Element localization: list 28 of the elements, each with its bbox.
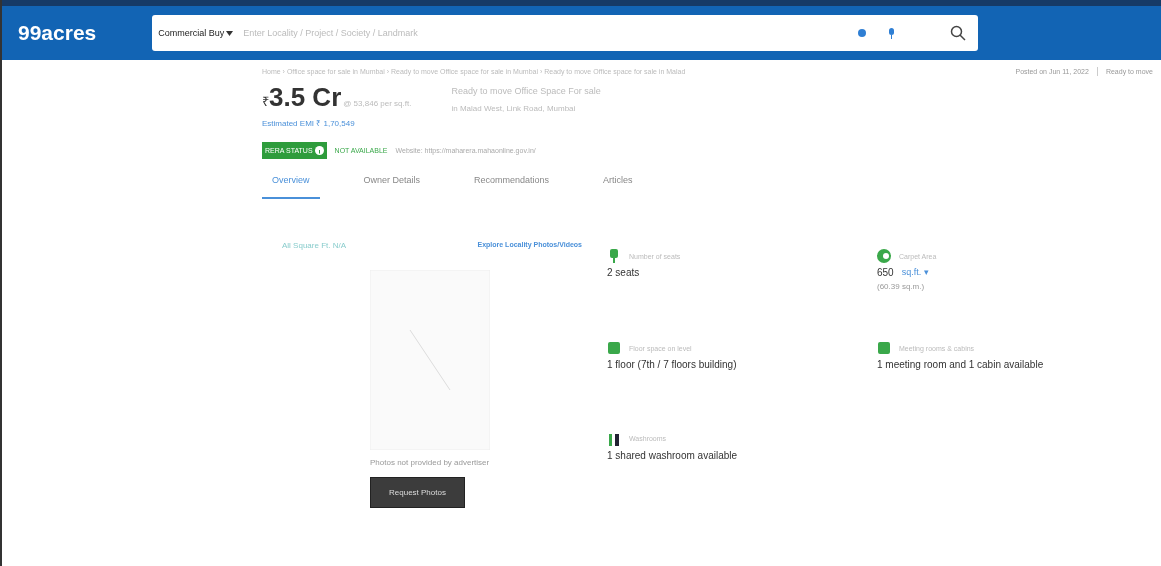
price: ₹3.5 Cr — [262, 82, 342, 113]
caret-icon — [226, 30, 234, 36]
fact-subtext: (60.39 sq.m.) — [877, 282, 926, 291]
photos-note: Photos not provided by advertiser — [370, 458, 490, 467]
site-logo[interactable]: 99acres — [18, 21, 97, 45]
tab[interactable]: Articles — [593, 167, 643, 199]
tab[interactable]: Overview — [262, 167, 320, 199]
fact-value: 1 meeting room and 1 cabin available — [877, 359, 1044, 371]
unit-dropdown[interactable]: sq.ft. ▾ — [901, 267, 929, 278]
fact-value: 1 floor (7th / 7 floors building) — [607, 359, 737, 371]
people-icon — [607, 431, 621, 446]
tab[interactable]: Recommendations — [464, 167, 560, 199]
area-note: All Square Ft. N/A — [282, 241, 347, 250]
fact-value: 1 shared washroom available — [607, 449, 738, 461]
category-dropdown[interactable]: Commercial Buy — [158, 28, 234, 38]
location-icon[interactable] — [857, 28, 868, 38]
mic-icon[interactable] — [887, 27, 897, 39]
request-photos-button[interactable]: Request Photos — [370, 477, 465, 508]
fact-value: 2 seats — [607, 267, 640, 278]
area-icon — [877, 249, 891, 263]
listing-title: Ready to move Office Space For sale — [451, 86, 601, 96]
search-field[interactable]: Commercial Buy Enter Locality / Project / Society / Landmark — [152, 15, 979, 51]
search-placeholder: Enter Locality / Project / Society / Landmark — [243, 28, 419, 38]
fact-value: 650 — [877, 267, 894, 278]
emi-link[interactable]: Estimated EMI ₹ 1,70,549 — [262, 117, 412, 128]
tab[interactable]: Owner Details — [353, 167, 431, 199]
info-icon — [314, 146, 324, 155]
search-icon[interactable] — [950, 25, 967, 41]
